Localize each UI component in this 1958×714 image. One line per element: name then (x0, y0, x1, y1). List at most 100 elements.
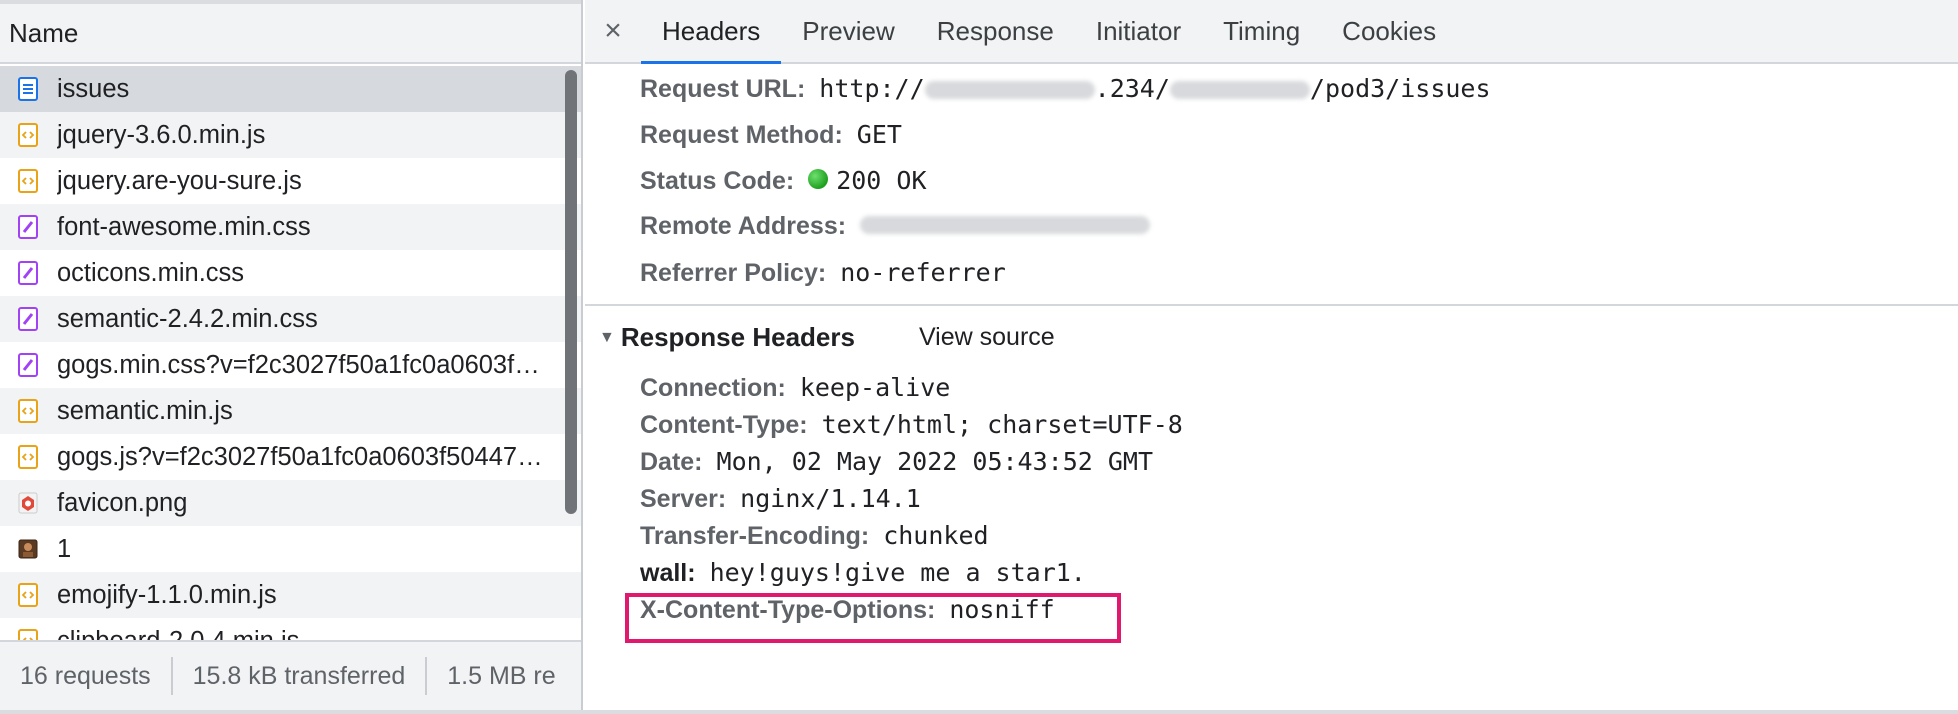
response-header-row: Transfer-Encoding: chunked (640, 521, 989, 551)
status-ok-icon (808, 169, 829, 189)
resources-size: 1.5 MB re (447, 662, 556, 690)
tab-label: Preview (802, 15, 895, 46)
request-name: clipboard-2.0.4.min.js (57, 627, 299, 641)
response-header-row: Server: nginx/1.14.1 (640, 484, 921, 514)
tab-label: Timing (1223, 15, 1301, 46)
script-file-icon (17, 444, 39, 470)
request-row[interactable]: semantic-2.4.2.min.css (0, 296, 581, 342)
request-row[interactable]: gogs.min.css?v=f2c3027f50a1fc0a0603f… (0, 342, 581, 388)
response-header-row: Content-Type: text/html; charset=UTF-8 (640, 410, 1183, 440)
tab-headers[interactable]: Headers (641, 0, 782, 64)
collapse-triangle-icon[interactable]: ▼ (599, 329, 615, 347)
tab-label: Initiator (1095, 15, 1182, 46)
script-file-icon (17, 168, 39, 194)
referrer-policy-value: no-referrer (840, 258, 1006, 287)
header-value[interactable]: hey!guys!give me a star1. (710, 558, 1086, 587)
request-row[interactable]: semantic.min.js (0, 388, 581, 434)
document-icon (17, 76, 39, 102)
request-row[interactable]: favicon.png (0, 480, 581, 526)
header-key: Server: (640, 485, 727, 513)
image-file-icon (17, 536, 39, 562)
status-bar: 16 requests 15.8 kB transferred 1.5 MB r… (0, 640, 581, 710)
requests-count: 16 requests (0, 657, 173, 695)
response-header-row: Connection: keep-alive (640, 373, 950, 403)
request-name: emojify-1.1.0.min.js (57, 580, 277, 609)
request-row[interactable]: octicons.min.css (0, 250, 581, 296)
request-name: 1 (57, 534, 72, 563)
general-section: Request URL: http:// .234/ /pod3/issues Re… (585, 66, 1958, 306)
name-column-label: Name (9, 17, 79, 48)
header-value[interactable]: Mon, 02 May 2022 05:43:52 GMT (717, 447, 1154, 476)
script-file-icon (17, 122, 39, 148)
request-row[interactable]: jquery.are-you-sure.js (0, 158, 581, 204)
request-name: jquery-3.6.0.min.js (57, 120, 266, 149)
request-row[interactable]: clipboard-2.0.4.min.js (0, 618, 581, 640)
tab-initiator[interactable]: Initiator (1075, 0, 1202, 62)
header-key: wall: (640, 559, 696, 587)
request-name: issues (57, 74, 130, 103)
request-name: semantic.min.js (57, 396, 233, 425)
header-value[interactable]: chunked (883, 521, 988, 550)
bottom-border (0, 710, 1958, 714)
scrollbar-thumb[interactable] (565, 70, 577, 514)
request-row[interactable]: gogs.js?v=f2c3027f50a1fc0a0603f50447… (0, 434, 581, 480)
request-row[interactable]: 1 (0, 526, 581, 572)
request-name: semantic-2.4.2.min.css (57, 304, 318, 333)
status-code-key: Status Code: (640, 167, 795, 195)
tab-cookies[interactable]: Cookies (1321, 0, 1457, 62)
detail-tab-bar: × Headers Preview Response Initiator Tim… (585, 0, 1958, 64)
request-row[interactable]: jquery-3.6.0.min.js (0, 112, 581, 158)
request-method-row: Request Method: GET (640, 120, 902, 150)
referrer-policy-row: Referrer Policy: no-referrer (640, 258, 1006, 288)
remote-address-row: Remote Address: (640, 212, 1151, 241)
redacted-ip (924, 81, 1095, 99)
script-file-icon (17, 628, 39, 640)
header-value[interactable]: text/html; charset=UTF-8 (822, 410, 1183, 439)
highlight-annotation-box (625, 593, 1121, 643)
tab-preview[interactable]: Preview (781, 0, 915, 62)
remote-address-key: Remote Address: (640, 212, 847, 240)
stylesheet-file-icon (17, 214, 39, 240)
response-headers-title: Response Headers (620, 322, 855, 352)
close-icon: × (604, 14, 622, 47)
request-url-value[interactable]: http:// .234/ /pod3/issues (819, 74, 1490, 103)
header-key: Content-Type: (640, 411, 808, 439)
stylesheet-file-icon (17, 306, 39, 332)
request-row[interactable]: font-awesome.min.css (0, 204, 581, 250)
response-header-row: Date: Mon, 02 May 2022 05:43:52 GMT (640, 447, 1153, 477)
name-column-header[interactable]: Name (0, 4, 581, 64)
request-url-suffix: /pod3/issues (1309, 74, 1491, 103)
redacted-remote-address (860, 216, 1151, 234)
status-code-row: Status Code: 200 OK (640, 166, 927, 196)
header-value[interactable]: nginx/1.14.1 (740, 484, 921, 513)
request-url-row: Request URL: http:// .234/ /pod3/issues (640, 74, 1491, 104)
transferred-size: 15.8 kB transferred (173, 657, 428, 695)
status-code-value: 200 OK (836, 166, 927, 195)
request-detail-panel: × Headers Preview Response Initiator Tim… (585, 0, 1958, 710)
tab-label: Headers (662, 15, 761, 46)
header-key: Transfer-Encoding: (640, 522, 870, 550)
request-name: gogs.min.css?v=f2c3027f50a1fc0a0603f… (57, 350, 540, 379)
view-source-link[interactable]: View source (919, 323, 1055, 352)
header-key: Date: (640, 448, 703, 476)
request-url-mid: .234/ (1094, 74, 1170, 103)
request-list-panel: Name issues jquery-3.6.0.min.js jquery.are… (0, 0, 583, 714)
request-url-prefix: http:// (819, 74, 925, 103)
tab-label: Cookies (1342, 15, 1437, 46)
request-name: favicon.png (57, 488, 188, 517)
header-value[interactable]: keep-alive (800, 373, 951, 402)
response-headers-header[interactable]: ▼ Response Headers View source (599, 322, 1055, 353)
request-method-key: Request Method: (640, 121, 843, 149)
request-row[interactable]: emojify-1.1.0.min.js (0, 572, 581, 618)
request-method-value: GET (856, 120, 902, 149)
tab-timing[interactable]: Timing (1202, 0, 1321, 62)
script-file-icon (17, 398, 39, 424)
close-detail-button[interactable]: × (585, 0, 641, 62)
response-header-row: wall: hey!guys!give me a star1. (640, 558, 1086, 588)
script-file-icon (17, 582, 39, 608)
favicon-icon (17, 490, 39, 516)
request-row[interactable]: issues (0, 66, 581, 112)
redacted-path (1169, 81, 1310, 99)
tab-response[interactable]: Response (916, 0, 1075, 62)
stylesheet-file-icon (17, 260, 39, 286)
